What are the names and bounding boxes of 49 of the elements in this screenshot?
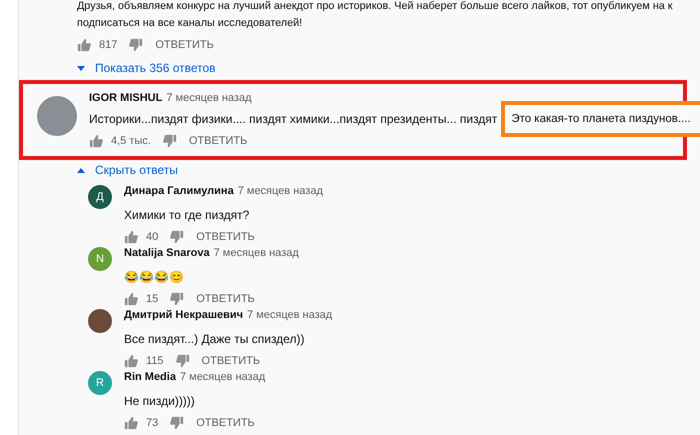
reply-text: Химики то где пиздят? bbox=[124, 206, 250, 224]
thumbs-down-icon[interactable] bbox=[170, 416, 184, 430]
like-count: 15 bbox=[146, 293, 158, 306]
comment-date[interactable]: 7 месяцев назад bbox=[166, 92, 252, 104]
reply-text: 😂😂😂😊 bbox=[124, 268, 185, 286]
like-count: 73 bbox=[146, 417, 158, 430]
comment-date[interactable]: 7 месяцев назад bbox=[247, 309, 332, 321]
thumbs-down-icon[interactable] bbox=[170, 292, 184, 306]
author-name[interactable]: Дмитрий Некрашевич bbox=[124, 309, 244, 321]
comment-date[interactable]: 7 месяцев назад bbox=[238, 185, 323, 197]
thumbs-up-icon[interactable] bbox=[89, 134, 103, 148]
avatar-photo-placeholder[interactable] bbox=[88, 309, 112, 333]
letter-avatar[interactable]: R bbox=[88, 371, 112, 395]
reply-text: Все пиздят...) Даже ты спиздел)) bbox=[124, 330, 306, 348]
comment-text: подписаться на все каналы исследователей! bbox=[77, 16, 302, 31]
show-replies-link[interactable]: Показать 356 ответов bbox=[77, 59, 216, 77]
thumbs-down-icon[interactable] bbox=[176, 354, 190, 368]
thumbs-up-icon[interactable] bbox=[77, 38, 91, 52]
thumbs-up-icon[interactable] bbox=[124, 292, 138, 306]
reply-button[interactable]: ОТВЕТИТЬ bbox=[184, 231, 255, 244]
letter-avatar[interactable]: Д bbox=[88, 185, 112, 209]
like-count: 4,5 тыс. bbox=[111, 135, 151, 147]
comment-text: Друзья, объявляем конкурс на лучший анекдот про историков. Чей наберет больше всего лайков, тот опубликуем на к bbox=[77, 0, 673, 14]
reply-button[interactable]: ОТВЕТИТЬ bbox=[176, 135, 248, 147]
highlighted-text: Это какая-то планета пиздунов.... bbox=[501, 101, 700, 137]
thumbs-down-icon[interactable] bbox=[162, 134, 177, 148]
avatar-photo-placeholder bbox=[37, 96, 77, 136]
author-name[interactable]: Natalija Snarova bbox=[124, 247, 210, 259]
hide-replies-link[interactable]: Скрыть ответы bbox=[77, 161, 178, 179]
thumbs-up-icon[interactable] bbox=[124, 354, 138, 368]
reply-button[interactable]: ОТВЕТИТЬ bbox=[190, 355, 260, 368]
letter-avatar[interactable]: N bbox=[88, 247, 112, 271]
thumbs-up-icon[interactable] bbox=[124, 416, 138, 430]
thumbs-down-icon[interactable] bbox=[129, 38, 144, 52]
reply-text: Не пизди))))) bbox=[124, 392, 196, 410]
author-name[interactable]: Rin Media bbox=[124, 371, 176, 383]
comment-date[interactable]: 7 месяцев назад bbox=[214, 247, 299, 259]
like-count: 817 bbox=[99, 39, 118, 51]
comment-date[interactable]: 7 месяцев назад bbox=[180, 371, 266, 383]
author-name[interactable]: Динара Галимулина bbox=[124, 185, 234, 197]
reply-button[interactable]: ОТВЕТИТЬ bbox=[184, 293, 255, 306]
reply-button[interactable]: ОТВЕТИТЬ bbox=[143, 39, 214, 51]
like-count: 115 bbox=[146, 355, 164, 368]
author-name[interactable]: IGOR MISHUL bbox=[89, 92, 162, 104]
like-count: 40 bbox=[146, 231, 158, 244]
thumbs-up-icon[interactable] bbox=[124, 230, 138, 244]
comment-text: Историки...пиздят физики.... пиздят химики...пиздят президенты... пиздят bbox=[89, 111, 498, 128]
reply-button[interactable]: ОТВЕТИТЬ bbox=[184, 417, 255, 430]
thumbs-down-icon[interactable] bbox=[170, 230, 184, 244]
